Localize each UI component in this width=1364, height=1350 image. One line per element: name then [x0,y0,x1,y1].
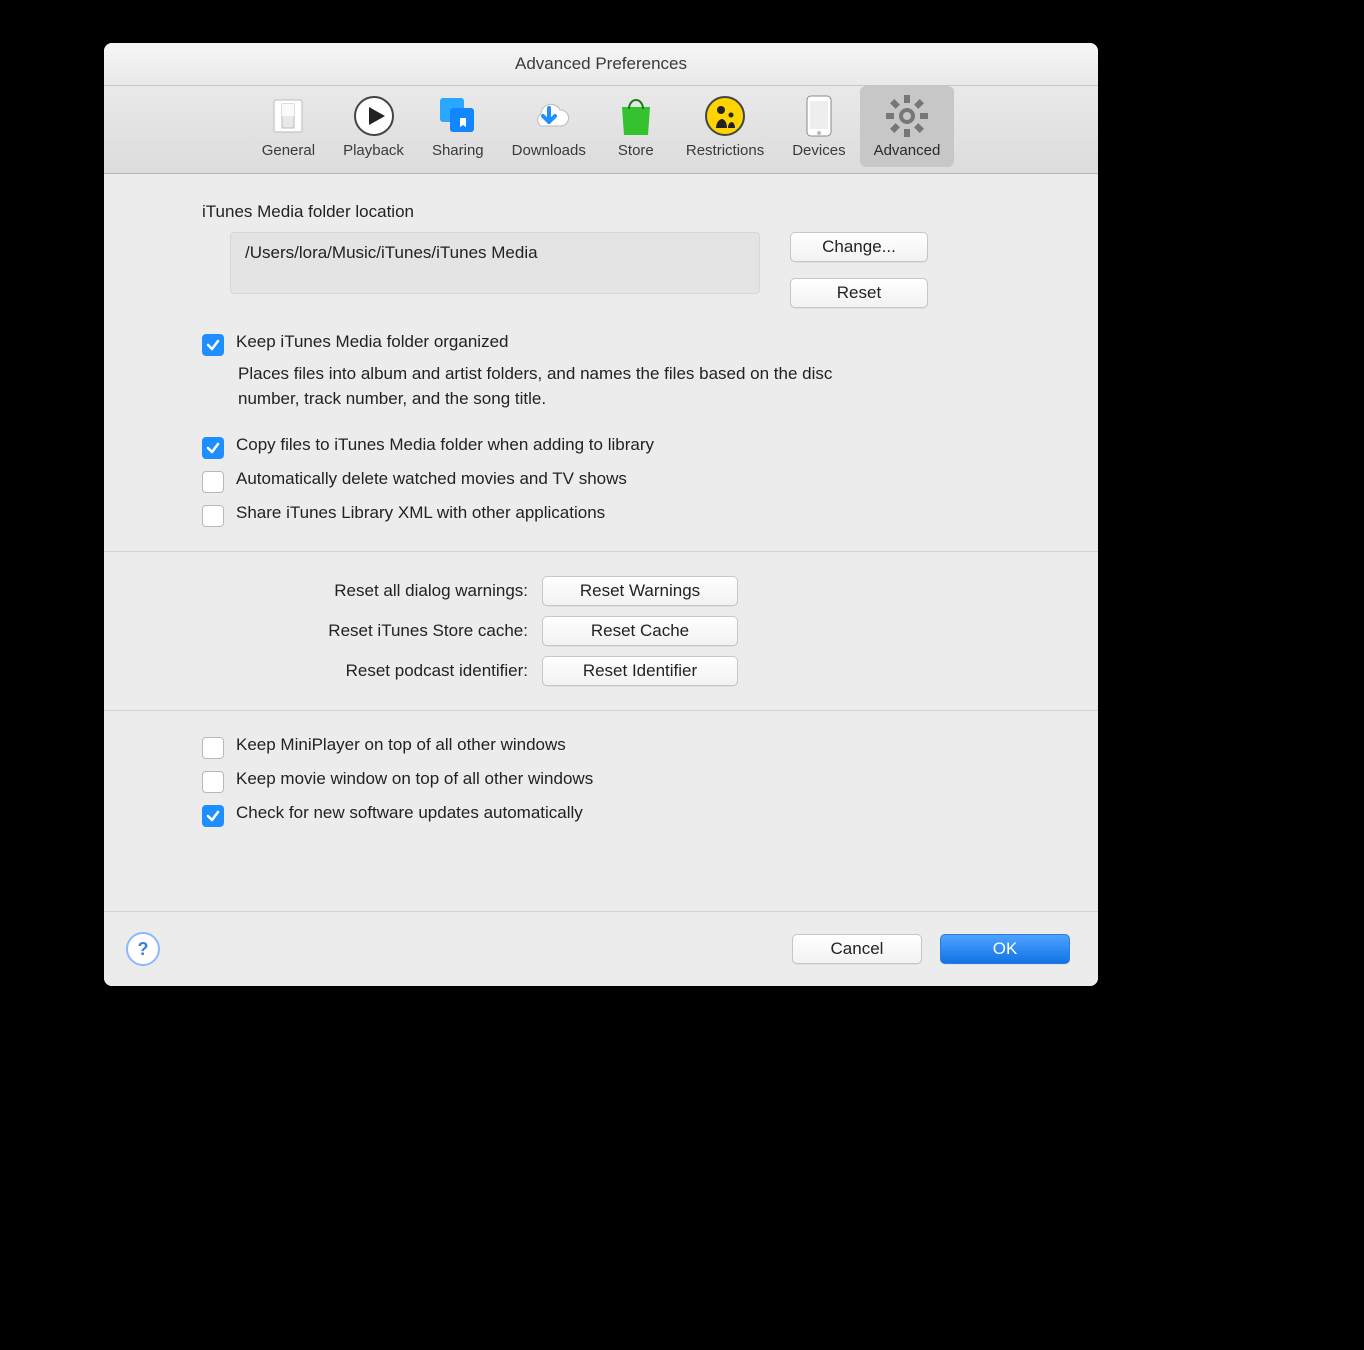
movie-top-checkbox[interactable] [202,771,224,793]
divider [104,551,1098,552]
reset-warnings-label: Reset all dialog warnings: [198,581,528,601]
toolbar: General Playback Sharing Downloads Store [104,86,1098,174]
tab-restrictions[interactable]: Restrictions [672,86,778,167]
window-title: Advanced Preferences [104,43,1098,86]
tab-label: Devices [792,142,845,159]
shopping-bag-icon [614,94,658,138]
divider [104,710,1098,711]
media-folder-heading: iTunes Media folder location [202,202,1004,222]
miniplayer-top-checkbox[interactable] [202,737,224,759]
tab-label: Playback [343,142,404,159]
movie-top-label: Keep movie window on top of all other wi… [236,769,593,789]
cancel-button[interactable]: Cancel [792,934,922,964]
tab-advanced[interactable]: Advanced [860,86,955,167]
footer: ? Cancel OK [104,911,1098,986]
switch-icon [266,94,310,138]
gear-icon [885,94,929,138]
content-pane: iTunes Media folder location /Users/lora… [104,174,1098,827]
tab-playback[interactable]: Playback [329,86,418,167]
reset-button[interactable]: Reset [790,278,928,308]
tab-downloads[interactable]: Downloads [498,86,600,167]
copy-files-label: Copy files to iTunes Media folder when a… [236,435,654,455]
reset-identifier-button[interactable]: Reset Identifier [542,656,738,686]
keep-organized-label: Keep iTunes Media folder organized [236,332,508,352]
tab-general[interactable]: General [248,86,329,167]
preferences-window: Advanced Preferences General Playback Sh… [104,43,1098,986]
tab-label: General [262,142,315,159]
tab-label: Sharing [432,142,484,159]
media-folder-path: /Users/lora/Music/iTunes/iTunes Media [230,232,760,294]
auto-delete-label: Automatically delete watched movies and … [236,469,627,489]
tab-devices[interactable]: Devices [778,86,859,167]
keep-organized-checkbox[interactable] [202,334,224,356]
reset-cache-button[interactable]: Reset Cache [542,616,738,646]
share-xml-checkbox[interactable] [202,505,224,527]
device-icon [797,94,841,138]
tab-sharing[interactable]: Sharing [418,86,498,167]
help-button[interactable]: ? [126,932,160,966]
change-button[interactable]: Change... [790,232,928,262]
reset-warnings-button[interactable]: Reset Warnings [542,576,738,606]
tab-label: Advanced [874,142,941,159]
tab-label: Restrictions [686,142,764,159]
sharing-icon [436,94,480,138]
check-updates-label: Check for new software updates automatic… [236,803,583,823]
tab-store[interactable]: Store [600,86,672,167]
reset-cache-label: Reset iTunes Store cache: [198,621,528,641]
miniplayer-top-label: Keep MiniPlayer on top of all other wind… [236,735,566,755]
play-icon [352,94,396,138]
check-updates-checkbox[interactable] [202,805,224,827]
parental-icon [703,94,747,138]
reset-identifier-label: Reset podcast identifier: [198,661,528,681]
download-icon [527,94,571,138]
share-xml-label: Share iTunes Library XML with other appl… [236,503,605,523]
keep-organized-description: Places files into album and artist folde… [238,362,884,411]
tab-label: Downloads [512,142,586,159]
auto-delete-checkbox[interactable] [202,471,224,493]
ok-button[interactable]: OK [940,934,1070,964]
copy-files-checkbox[interactable] [202,437,224,459]
tab-label: Store [618,142,654,159]
